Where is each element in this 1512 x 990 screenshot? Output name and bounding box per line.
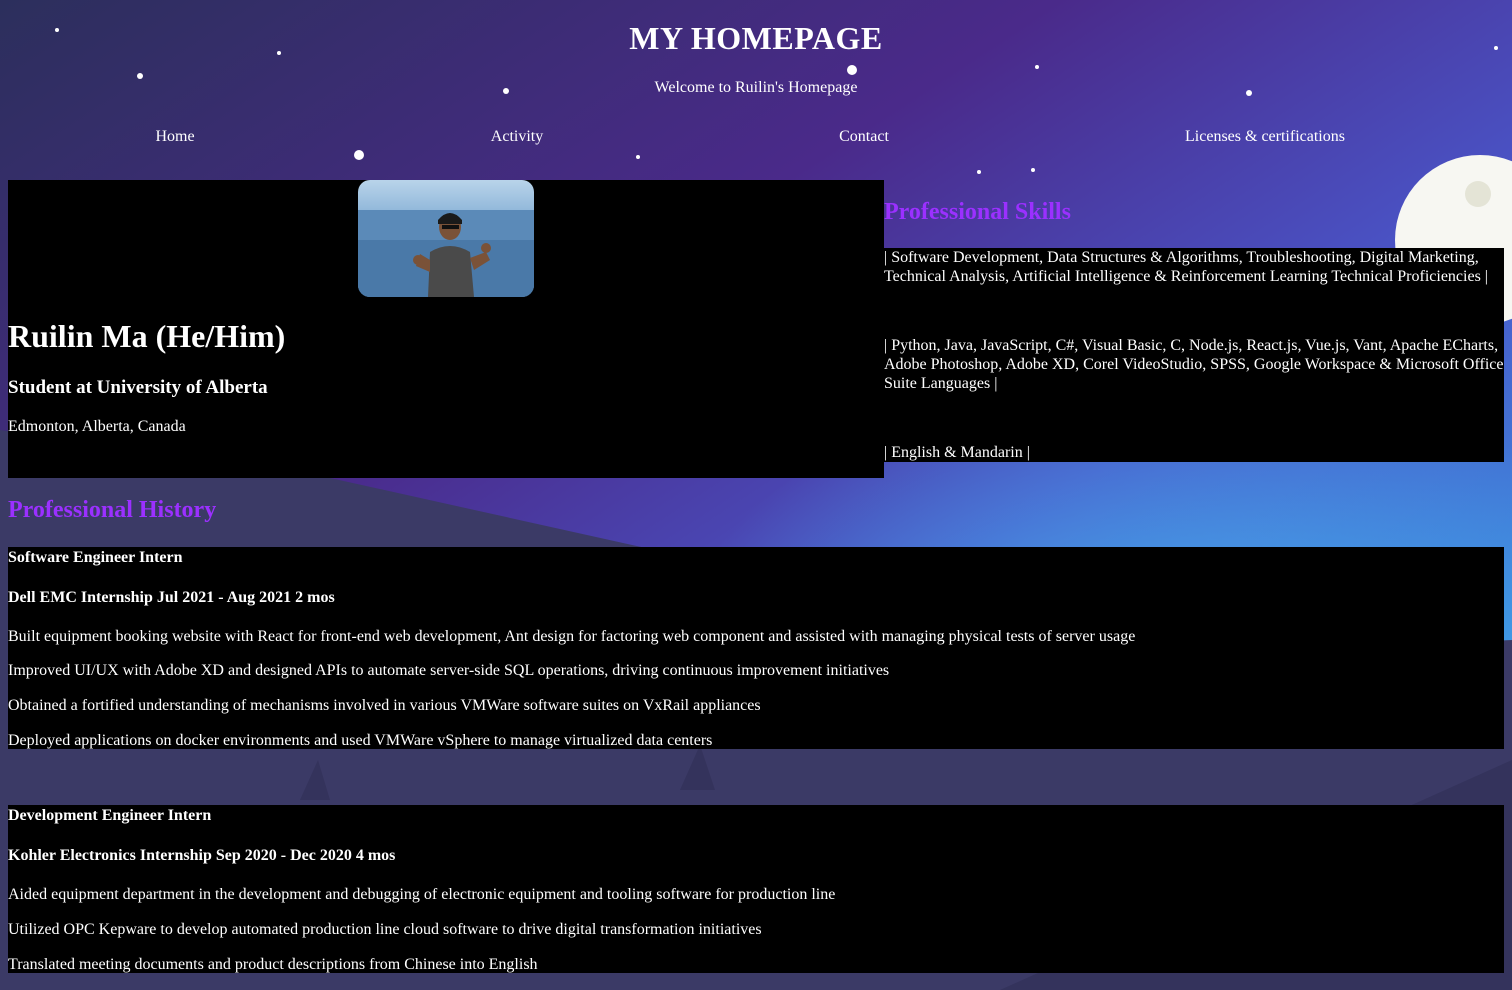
profile-name: Ruilin Ma (He/Him) xyxy=(8,318,286,354)
job-bullet: Obtained a fortified understanding of me… xyxy=(8,697,761,714)
history-heading: Professional History xyxy=(8,497,217,523)
job-bullet: Built equipment booking website with Rea… xyxy=(8,628,1136,645)
site-subtitle: Welcome to Ruilin's Homepage xyxy=(654,79,858,96)
main-nav: Home Activity Contact Licenses & certifi… xyxy=(0,128,1512,150)
nav-link-licenses[interactable]: Licenses & certifications xyxy=(1185,128,1345,146)
job-bullet: Utilized OPC Kepware to develop automate… xyxy=(8,921,762,938)
profile-card: Ruilin Ma (He/Him) Student at University… xyxy=(8,180,884,478)
job-role: Software Engineer Intern xyxy=(8,549,183,566)
job-entry-kohler: Development Engineer Intern Kohler Elect… xyxy=(8,805,1504,973)
job-company: Kohler Electronics Internship Sep 2020 -… xyxy=(8,847,396,864)
avatar xyxy=(358,180,534,297)
nav-link-contact[interactable]: Contact xyxy=(839,128,889,146)
site-title: MY HOMEPAGE xyxy=(629,20,883,56)
profile-headline: Student at University of Alberta xyxy=(8,377,268,398)
profile-location: Edmonton, Alberta, Canada xyxy=(8,418,186,435)
job-bullet: Improved UI/UX with Adobe XD and designe… xyxy=(8,662,890,679)
job-bullet: Aided equipment department in the develo… xyxy=(8,886,836,903)
job-company: Dell EMC Internship Jul 2021 - Aug 2021 … xyxy=(8,589,335,606)
skills-languages: | English & Mandarin | xyxy=(884,444,1030,461)
job-role: Development Engineer Intern xyxy=(8,807,212,824)
skills-tools: | Python, Java, JavaScript, C#, Visual B… xyxy=(884,337,1504,392)
job-entry-dell: Software Engineer Intern Dell EMC Intern… xyxy=(8,547,1504,749)
nav-link-home[interactable]: Home xyxy=(155,128,194,146)
nav-link-activity[interactable]: Activity xyxy=(491,128,543,146)
skills-heading: Professional Skills xyxy=(884,199,1071,225)
skills-technical: | Software Development, Data Structures … xyxy=(884,249,1488,285)
skills-panel: | Software Development, Data Structures … xyxy=(884,248,1504,462)
job-bullet: Translated meeting documents and product… xyxy=(8,956,538,973)
job-bullet: Deployed applications on docker environm… xyxy=(8,732,713,749)
